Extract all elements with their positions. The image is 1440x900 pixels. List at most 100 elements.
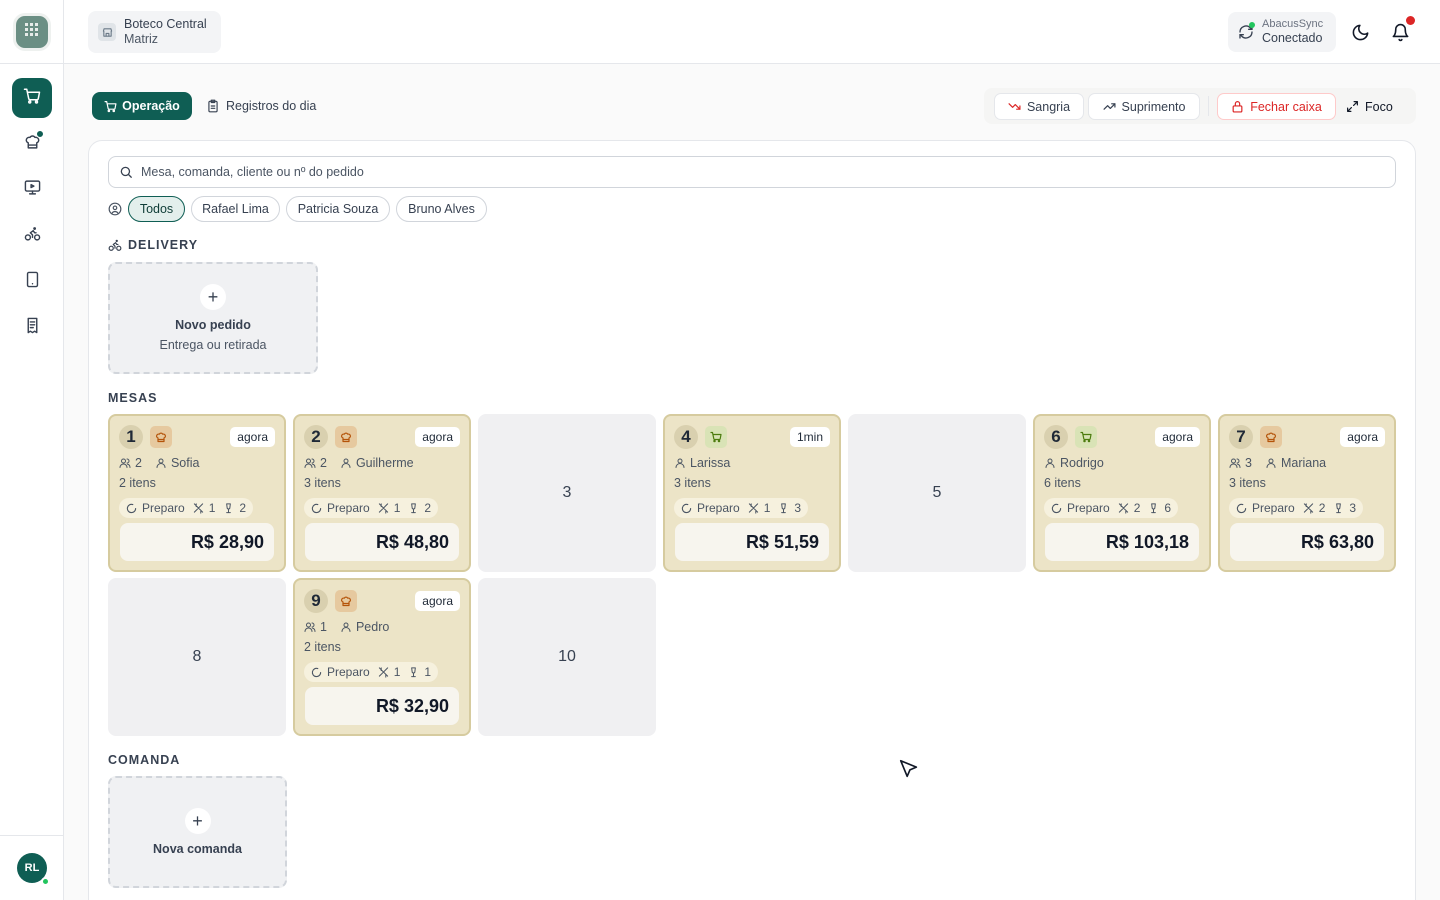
filter-chip-patricia-souza[interactable]: Patricia Souza	[286, 196, 390, 222]
prep-status-badge: Preparo 2 6	[1044, 498, 1179, 518]
tab-operacao[interactable]: Operação	[92, 92, 192, 120]
table-card-4[interactable]: 4 1min Larissa 3 itens Preparo 1 3 R$ 51,59	[663, 414, 841, 572]
sync-name: AbacusSync	[1262, 18, 1324, 30]
table-card-7[interactable]: 7 agora 3 Mariana 3 itens Preparo 2 3 R$ 63,80	[1218, 414, 1396, 572]
suprimento-button[interactable]: Suprimento	[1088, 93, 1200, 120]
filter-chip-bruno-alves[interactable]: Bruno Alves	[396, 196, 487, 222]
table-card-10[interactable]: 10	[478, 578, 656, 736]
table-total: R$ 48,80	[305, 523, 459, 561]
fechar-caixa-button[interactable]: Fechar caixa	[1217, 93, 1336, 120]
kitchen-count: 1	[393, 665, 401, 679]
table-card-3[interactable]: 3	[478, 414, 656, 572]
new-comanda-card[interactable]: + Nova comanda	[108, 776, 287, 888]
bar-count: 3	[1349, 501, 1357, 515]
customer-name: Guilherme	[355, 456, 414, 470]
prep-label: Preparo	[327, 665, 370, 679]
rail-item-monitor[interactable]	[12, 170, 52, 210]
foco-label: Foco	[1365, 99, 1393, 114]
rail-item-cozinha[interactable]	[12, 124, 52, 164]
lock-icon	[1231, 100, 1244, 113]
sync-state: Conectado	[1262, 31, 1323, 45]
table-number: 6	[1044, 425, 1068, 449]
guest-count: 3	[1245, 456, 1252, 470]
table-number: 8	[192, 648, 202, 665]
app-logo[interactable]	[16, 16, 48, 48]
new-order-subtitle: Entrega ou retirada	[159, 338, 267, 352]
rail-divider	[0, 835, 63, 836]
item-count: 3 itens	[1229, 476, 1266, 490]
item-count: 3 itens	[674, 476, 711, 490]
glass-icon	[1333, 502, 1344, 514]
comanda-label: COMANDA	[108, 753, 181, 767]
fechar-caixa-label: Fechar caixa	[1250, 99, 1322, 114]
table-number: 5	[932, 484, 942, 501]
rail-item-tablet[interactable]	[12, 262, 52, 302]
table-number: 2	[304, 425, 328, 449]
user-icon	[1265, 457, 1277, 469]
foco-button[interactable]: Foco	[1346, 93, 1393, 120]
prep-label: Preparo	[1252, 501, 1295, 515]
spinner-icon	[1236, 503, 1247, 514]
rail-item-delivery[interactable]	[12, 216, 52, 256]
suprimento-label: Suprimento	[1121, 99, 1186, 114]
table-card-5[interactable]: 5	[848, 414, 1026, 572]
rail-item-registros[interactable]	[12, 308, 52, 348]
theme-toggle-button[interactable]	[1344, 16, 1376, 48]
mouse-cursor-icon	[898, 758, 920, 785]
table-total: R$ 103,18	[1045, 523, 1199, 561]
item-count: 3 itens	[304, 476, 341, 490]
prep-label: Preparo	[327, 501, 370, 515]
table-card-8[interactable]: 8	[108, 578, 286, 736]
table-card-6[interactable]: 6 agora Rodrigo 6 itens Preparo 2 6 R$ 103,18	[1033, 414, 1211, 572]
new-delivery-order-card[interactable]: + Novo pedido Entrega ou retirada	[108, 262, 318, 374]
filter-chip-todos[interactable]: Todos	[128, 196, 185, 222]
guest-count: 2	[135, 456, 142, 470]
kitchen-count: 1	[763, 501, 771, 515]
table-card-2[interactable]: 2 agora 2 Guilherme 3 itens Preparo 1 2 R$ 48,80	[293, 414, 471, 572]
table-number: 1	[119, 425, 143, 449]
table-customer-line: Larissa	[674, 456, 730, 470]
filter-chip-rafael-lima[interactable]: Rafael Lima	[191, 196, 280, 222]
guests-icon	[119, 457, 131, 469]
table-number: 10	[558, 648, 576, 665]
customer-name: Rodrigo	[1060, 456, 1104, 470]
guest-count: 2	[320, 456, 327, 470]
user-icon	[340, 457, 352, 469]
prep-status-badge: Preparo 2 3	[1229, 498, 1364, 518]
cart-icon	[1075, 426, 1097, 448]
utensils-icon	[748, 502, 759, 514]
new-order-title: Novo pedido	[175, 318, 251, 332]
customer-name: Pedro	[355, 620, 390, 634]
plus-icon: +	[200, 284, 226, 310]
table-card-1[interactable]: 1 agora 2 Sofia 2 itens Preparo 1 2 R$ 28,90	[108, 414, 286, 572]
item-count: 2 itens	[119, 476, 156, 490]
table-card-9[interactable]: 9 agora 1 Pedro 2 itens Preparo 1 1 R$ 32,90	[293, 578, 471, 736]
spinner-icon	[311, 503, 322, 514]
delivery-label: DELIVERY	[128, 238, 199, 252]
customer-name: Mariana	[1280, 456, 1327, 470]
bar-count: 1	[424, 665, 432, 679]
store-selector[interactable]: Boteco Central Matriz	[88, 11, 221, 53]
utensils-icon	[193, 502, 204, 514]
expand-icon	[1346, 100, 1359, 113]
sangria-button[interactable]: Sangria	[994, 93, 1084, 120]
elapsed-time: 1min	[789, 427, 830, 447]
utensils-icon	[1303, 502, 1314, 514]
bar-count: 2	[239, 501, 247, 515]
sync-status[interactable]: AbacusSync Conectado	[1228, 12, 1336, 52]
cart-icon	[23, 87, 41, 110]
search-input[interactable]	[141, 165, 1395, 179]
elapsed-time: agora	[1155, 427, 1200, 447]
mesas-label: MESAS	[108, 391, 158, 405]
table-total: R$ 32,90	[305, 687, 459, 725]
rail-item-operacao[interactable]	[12, 78, 52, 118]
search-box[interactable]	[108, 156, 1396, 188]
elapsed-time: agora	[415, 591, 460, 611]
tab-registros[interactable]: Registros do dia	[206, 92, 316, 120]
customer-name: Larissa	[690, 456, 731, 470]
monitor-icon	[24, 179, 41, 201]
comanda-section-label: COMANDA	[108, 753, 180, 767]
glass-icon	[223, 502, 234, 514]
prep-label: Preparo	[697, 501, 740, 515]
spinner-icon	[126, 503, 137, 514]
